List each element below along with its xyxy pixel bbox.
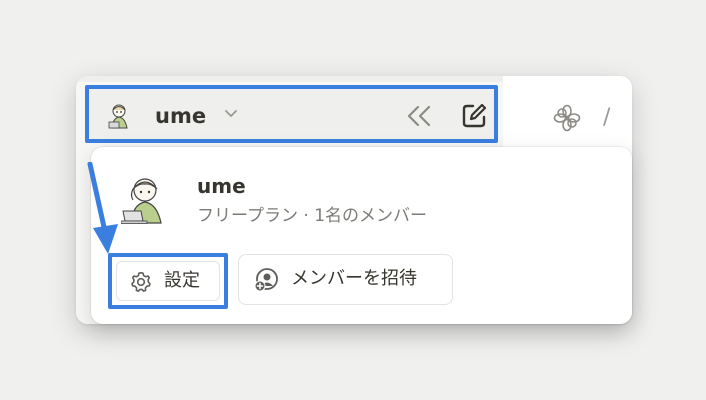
gear-icon bbox=[130, 271, 152, 293]
workspace-name: ume bbox=[155, 104, 207, 128]
popup-workspace-name: ume bbox=[197, 174, 246, 198]
workspace-switcher[interactable]: ume bbox=[85, 85, 498, 143]
annotation-arrow bbox=[87, 162, 118, 254]
sidebar-top-bar bbox=[76, 76, 503, 82]
settings-button[interactable]: 設定 bbox=[108, 253, 228, 309]
user-avatar bbox=[107, 102, 135, 130]
user-avatar-large bbox=[120, 173, 173, 225]
breadcrumb-separator: / bbox=[603, 105, 611, 130]
plan-and-members: フリープラン · 1名のメンバー bbox=[197, 206, 428, 226]
double-chevron-left-icon[interactable] bbox=[405, 103, 433, 129]
chevron-down-icon[interactable] bbox=[223, 105, 239, 121]
settings-label: 設定 bbox=[164, 270, 200, 291]
compose-icon[interactable] bbox=[459, 101, 489, 131]
invite-members-button[interactable]: メンバーを招待 bbox=[238, 254, 453, 305]
flower-icon[interactable] bbox=[553, 104, 581, 132]
invite-members-label: メンバーを招待 bbox=[291, 268, 417, 289]
add-member-icon bbox=[253, 267, 279, 293]
